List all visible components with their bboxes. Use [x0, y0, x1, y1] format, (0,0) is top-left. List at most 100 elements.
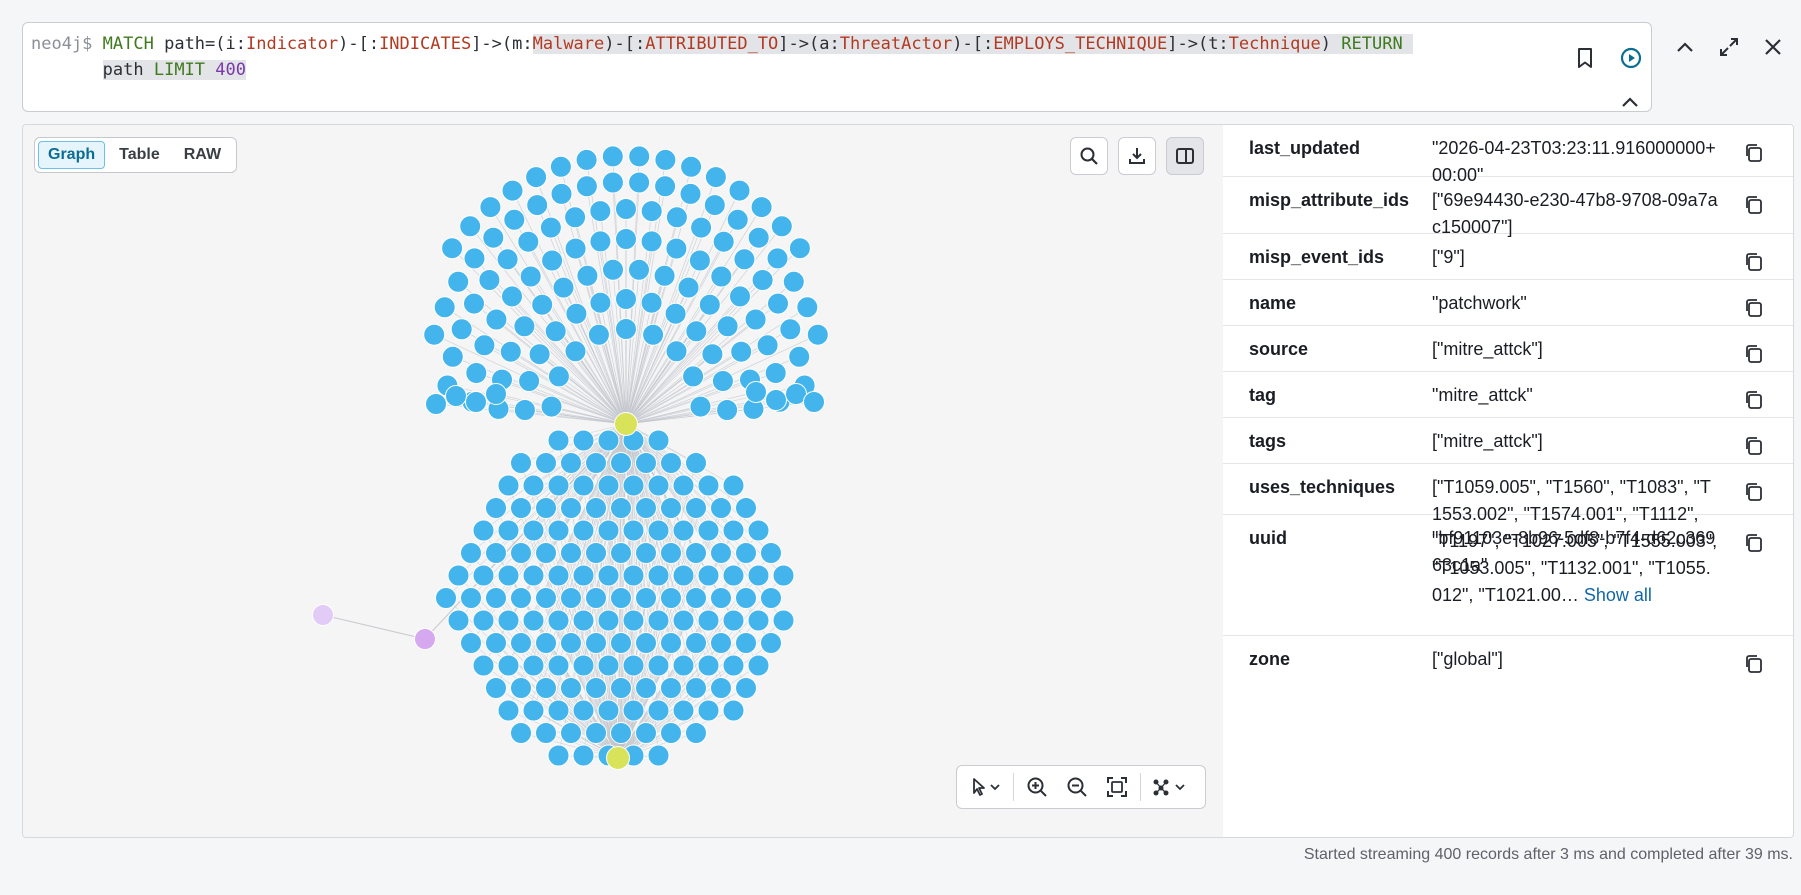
- copy-icon[interactable]: [1743, 481, 1765, 503]
- technique-node[interactable]: [735, 497, 757, 519]
- technique-node[interactable]: [601, 171, 624, 194]
- technique-node[interactable]: [597, 609, 620, 632]
- technique-node[interactable]: [513, 315, 536, 338]
- technique-node[interactable]: [610, 722, 632, 744]
- technique-node[interactable]: [485, 587, 507, 609]
- technique-node[interactable]: [635, 497, 657, 519]
- download-icon[interactable]: [1118, 137, 1156, 175]
- technique-node[interactable]: [735, 587, 757, 609]
- technique-node[interactable]: [518, 370, 541, 392]
- technique-node[interactable]: [441, 345, 464, 368]
- expand-icon[interactable]: [1714, 32, 1744, 62]
- technique-node[interactable]: [660, 722, 682, 744]
- technique-node[interactable]: [615, 198, 637, 220]
- threat-actor-node[interactable]: [614, 412, 638, 436]
- copy-icon[interactable]: [1743, 389, 1765, 411]
- technique-node[interactable]: [660, 542, 682, 564]
- technique-node[interactable]: [485, 677, 507, 699]
- technique-node[interactable]: [423, 323, 446, 346]
- technique-node[interactable]: [806, 323, 829, 346]
- technique-node[interactable]: [647, 699, 670, 722]
- technique-node[interactable]: [710, 265, 733, 288]
- run-icon[interactable]: [1616, 43, 1646, 73]
- technique-node[interactable]: [560, 722, 582, 744]
- technique-node[interactable]: [685, 497, 707, 519]
- technique-node[interactable]: [697, 474, 720, 497]
- technique-node[interactable]: [564, 237, 587, 260]
- threat-actor-node[interactable]: [606, 746, 630, 770]
- technique-node[interactable]: [589, 230, 612, 253]
- technique-node[interactable]: [597, 654, 620, 677]
- technique-node[interactable]: [647, 564, 670, 587]
- technique-node[interactable]: [465, 391, 487, 413]
- technique-node[interactable]: [622, 609, 645, 632]
- technique-node[interactable]: [610, 587, 632, 609]
- technique-node[interactable]: [510, 677, 532, 699]
- technique-node[interactable]: [610, 677, 632, 699]
- technique-node[interactable]: [788, 237, 811, 260]
- technique-node[interactable]: [697, 564, 720, 587]
- technique-node[interactable]: [685, 542, 707, 564]
- technique-node[interactable]: [640, 200, 663, 223]
- technique-node[interactable]: [610, 452, 632, 474]
- technique-node[interactable]: [796, 296, 819, 319]
- tab-graph[interactable]: Graph: [38, 141, 106, 169]
- technique-node[interactable]: [485, 632, 507, 654]
- technique-node[interactable]: [560, 677, 582, 699]
- technique-node[interactable]: [497, 699, 520, 722]
- technique-node[interactable]: [672, 609, 695, 632]
- technique-node[interactable]: [744, 308, 767, 331]
- technique-node[interactable]: [472, 654, 495, 677]
- technique-node[interactable]: [513, 399, 536, 421]
- technique-node[interactable]: [560, 497, 582, 519]
- technique-node[interactable]: [665, 237, 688, 260]
- technique-node[interactable]: [597, 699, 620, 722]
- technique-node[interactable]: [522, 474, 545, 497]
- technique-node[interactable]: [729, 285, 751, 308]
- technique-node[interactable]: [585, 542, 607, 564]
- technique-node[interactable]: [597, 564, 620, 587]
- technique-node[interactable]: [682, 365, 705, 388]
- technique-node[interactable]: [564, 340, 587, 363]
- technique-node[interactable]: [522, 609, 545, 632]
- technique-node[interactable]: [689, 395, 712, 418]
- technique-node[interactable]: [722, 519, 745, 542]
- technique-node[interactable]: [647, 654, 670, 677]
- technique-node[interactable]: [572, 564, 595, 587]
- technique-node[interactable]: [635, 452, 657, 474]
- technique-node[interactable]: [535, 497, 557, 519]
- technique-node[interactable]: [767, 292, 789, 315]
- technique-node[interactable]: [473, 334, 496, 357]
- technique-node[interactable]: [572, 519, 595, 542]
- technique-node[interactable]: [679, 182, 702, 205]
- technique-node[interactable]: [710, 542, 732, 564]
- technique-node[interactable]: [622, 564, 645, 587]
- technique-node[interactable]: [510, 587, 532, 609]
- technique-node[interactable]: [565, 302, 588, 325]
- technique-node[interactable]: [497, 609, 520, 632]
- technique-node[interactable]: [547, 654, 570, 677]
- technique-node[interactable]: [535, 722, 557, 744]
- technique-node[interactable]: [485, 383, 507, 405]
- technique-node[interactable]: [510, 632, 532, 654]
- technique-node[interactable]: [547, 744, 570, 767]
- copy-icon[interactable]: [1743, 194, 1765, 216]
- technique-node[interactable]: [660, 632, 682, 654]
- fit-screen-icon[interactable]: [1100, 771, 1134, 803]
- technique-node[interactable]: [535, 542, 557, 564]
- technique-node[interactable]: [764, 362, 787, 384]
- technique-node[interactable]: [585, 452, 607, 474]
- technique-node[interactable]: [547, 365, 570, 388]
- technique-node[interactable]: [479, 196, 502, 219]
- technique-node[interactable]: [685, 632, 707, 654]
- technique-node[interactable]: [601, 145, 624, 168]
- technique-node[interactable]: [478, 269, 501, 291]
- technique-node[interactable]: [459, 215, 482, 238]
- technique-node[interactable]: [685, 587, 707, 609]
- technique-node[interactable]: [677, 276, 700, 299]
- technique-node[interactable]: [765, 389, 787, 411]
- copy-icon[interactable]: [1743, 251, 1765, 273]
- technique-node[interactable]: [722, 474, 745, 497]
- technique-node[interactable]: [539, 216, 562, 239]
- technique-node[interactable]: [560, 632, 582, 654]
